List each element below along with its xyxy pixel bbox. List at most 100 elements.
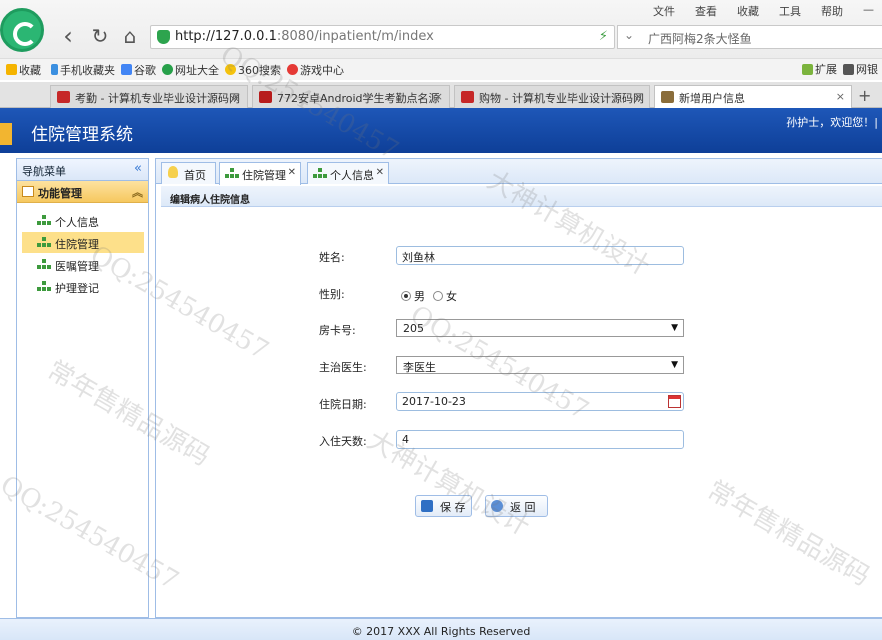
search-box[interactable]: ⌄ 广西阿梅2条大怪鱼	[617, 25, 882, 49]
dropdown-arrow-icon[interactable]: ▼	[671, 360, 678, 370]
chevron-down-icon[interactable]: ⌄	[624, 28, 634, 42]
sidebar-header: 导航菜单 «	[17, 159, 148, 181]
menu-favorites[interactable]: 收藏	[737, 3, 759, 19]
tree-icon	[313, 168, 327, 179]
sidebar-group[interactable]: 功能管理 ︽	[17, 181, 148, 203]
form-title: 编辑病人住院信息	[161, 186, 882, 207]
globe-icon	[162, 64, 173, 75]
floppy-icon	[421, 500, 433, 512]
menu-file[interactable]: 文件	[653, 3, 675, 19]
app-title: 住院管理系统	[31, 125, 133, 145]
browser-tab-strip: 考勤 - 计算机专业毕业设计源码网 × 772安卓Android学生考勤点名源 …	[0, 82, 882, 108]
minimize-icon[interactable]: —	[863, 3, 874, 19]
footer: © 2017 XXX All Rights Reserved	[0, 618, 882, 640]
name-field[interactable]: 刘鱼林	[396, 246, 684, 265]
close-tab-icon[interactable]: ×	[434, 90, 443, 103]
tree-icon	[37, 259, 51, 270]
gender-label: 性别:	[319, 288, 345, 301]
close-tab-icon[interactable]: ×	[232, 90, 241, 103]
search-icon	[225, 64, 236, 75]
sidebar-item-personal-info[interactable]: 个人信息	[22, 210, 144, 231]
gender-female-radio[interactable]	[433, 291, 443, 301]
calendar-icon[interactable]	[668, 395, 681, 408]
home-icon[interactable]: ⌂	[118, 24, 142, 50]
admission-date-field[interactable]: 2017-10-23	[396, 392, 684, 411]
sidebar-item-nursing[interactable]: 护理登记	[22, 276, 144, 297]
room-select[interactable]: 205 ▼	[396, 319, 684, 337]
folder-icon	[22, 186, 34, 197]
bookmarks-bar: 收藏 手机收藏夹 谷歌 网址大全 360搜索 游戏中心 扩展 网银	[0, 58, 882, 80]
close-tab-icon[interactable]: ×	[634, 90, 643, 103]
phone-icon	[51, 64, 58, 75]
sidebar: 导航菜单 « 功能管理 ︽ 个人信息 住院管理 医嘱管理 护理登记	[16, 158, 149, 618]
game-icon	[287, 64, 298, 75]
close-icon[interactable]: ✕	[376, 167, 384, 178]
dropdown-arrow-icon[interactable]: ▼	[671, 323, 678, 333]
address-bar[interactable]: http://127.0.0.1:8080/inpatient/m/index …	[150, 25, 615, 49]
welcome-text: 孙护士，欢迎您！|	[786, 116, 878, 129]
doctor-select[interactable]: 李医生 ▼	[396, 356, 684, 374]
save-button[interactable]: 保 存	[415, 495, 472, 517]
close-icon[interactable]: ✕	[288, 167, 296, 178]
browser-toolbar: ‹ ↻ ⌂ 文件 查看 收藏 工具 帮助 — http://127.0.0.1:…	[0, 0, 882, 58]
bookmarks-right: 扩展 网银	[796, 61, 878, 77]
bulb-icon	[168, 166, 178, 178]
tab-home[interactable]: 首页	[161, 162, 216, 184]
secure-shield-icon	[157, 30, 170, 44]
site-favicon-icon	[461, 91, 474, 103]
tree-icon	[37, 215, 51, 226]
bookmark-games[interactable]: 游戏中心	[287, 62, 344, 78]
back-icon[interactable]: ‹	[56, 24, 80, 50]
browser-logo-icon	[0, 8, 44, 52]
tree-icon	[37, 237, 51, 248]
main-panel: 首页 住院管理 ✕ 个人信息 ✕ 编辑病人住院信息 姓名: 刘鱼林 性别: 男 …	[155, 158, 882, 618]
bookmark-mobile[interactable]: 手机收藏夹	[51, 62, 115, 78]
bookmark-360[interactable]: 360搜索	[225, 62, 281, 78]
close-tab-icon[interactable]: ×	[836, 90, 845, 103]
stay-days-field[interactable]: 4	[396, 430, 684, 449]
page-icon	[661, 91, 674, 103]
site-favicon-icon	[259, 91, 272, 103]
doctor-label: 主治医生:	[319, 361, 367, 374]
date-label: 住院日期:	[319, 398, 367, 411]
sidebar-item-orders[interactable]: 医嘱管理	[22, 254, 144, 275]
content-tabs: 首页 住院管理 ✕ 个人信息 ✕	[156, 159, 882, 185]
side-star-icon	[0, 123, 12, 145]
back-arrow-icon	[491, 500, 503, 512]
menu-view[interactable]: 查看	[695, 3, 717, 19]
bookmark-google[interactable]: 谷歌	[121, 62, 156, 78]
bookmark-sites[interactable]: 网址大全	[162, 62, 219, 78]
site-favicon-icon	[57, 91, 70, 103]
app-header: 住院管理系统 孙护士，欢迎您！|	[0, 108, 882, 153]
new-tab-icon[interactable]: +	[858, 86, 871, 105]
browser-tab-active[interactable]: 新增用户信息 ×	[654, 85, 852, 108]
days-label: 入住天数:	[319, 435, 367, 448]
bookmark-favorites[interactable]: 收藏	[6, 62, 41, 78]
tree-icon	[225, 168, 239, 179]
collapse-icon[interactable]: «	[134, 161, 142, 176]
menu-tools[interactable]: 工具	[779, 3, 801, 19]
lightning-icon[interactable]: ⚡	[599, 29, 608, 44]
extensions-button[interactable]: 扩展	[802, 61, 837, 77]
search-input[interactable]: 广西阿梅2条大怪鱼	[648, 30, 752, 47]
browser-tab[interactable]: 772安卓Android学生考勤点名源 ×	[252, 85, 450, 108]
menu-help[interactable]: 帮助	[821, 3, 843, 19]
browser-tab[interactable]: 购物 - 计算机专业毕业设计源码网 ×	[454, 85, 650, 108]
gender-male-radio[interactable]	[401, 291, 411, 301]
bank-icon	[843, 63, 854, 75]
google-icon	[121, 64, 132, 75]
sidebar-item-inpatient[interactable]: 住院管理	[22, 232, 144, 253]
tree-icon	[37, 281, 51, 292]
puzzle-icon	[802, 63, 813, 75]
ebank-button[interactable]: 网银	[843, 61, 878, 77]
address-text: http://127.0.0.1:8080/inpatient/m/index	[175, 29, 434, 44]
room-label: 房卡号:	[319, 324, 356, 337]
browser-tab[interactable]: 考勤 - 计算机专业毕业设计源码网 ×	[50, 85, 248, 108]
star-icon	[6, 64, 17, 75]
refresh-icon[interactable]: ↻	[88, 24, 112, 50]
tab-personal-info[interactable]: 个人信息 ✕	[307, 162, 389, 184]
tab-inpatient[interactable]: 住院管理 ✕	[219, 162, 301, 185]
back-button[interactable]: 返 回	[485, 495, 548, 517]
name-label: 姓名:	[319, 251, 345, 264]
chevron-up-icon[interactable]: ︽	[132, 184, 143, 200]
